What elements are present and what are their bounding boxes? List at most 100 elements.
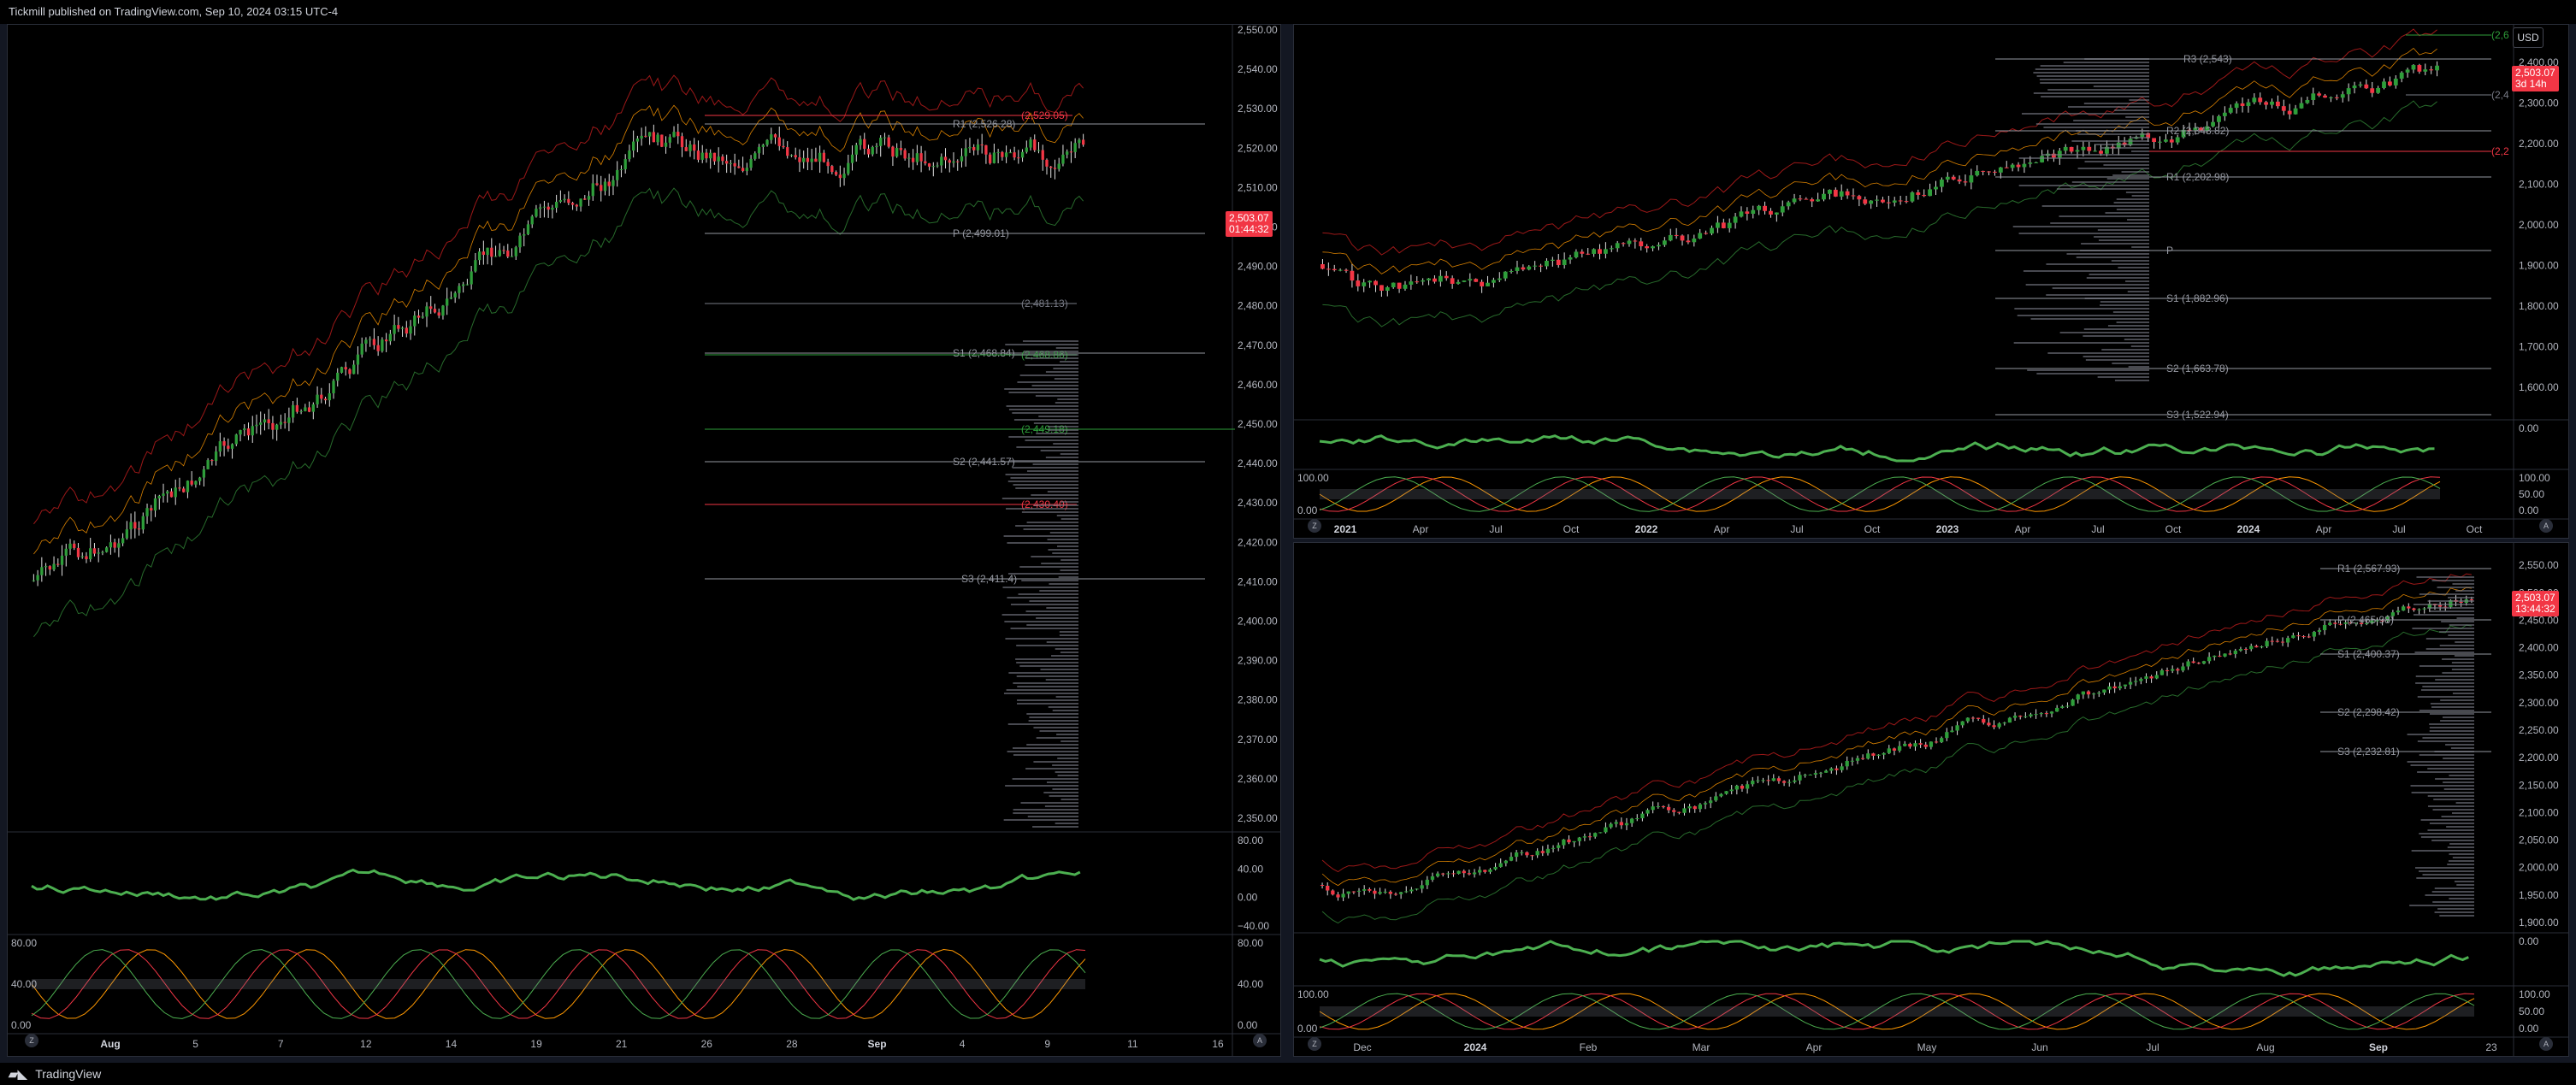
left-candle-body [105,547,109,552]
rb-candle-body [2317,630,2322,632]
rb-candle-body [1714,796,1718,801]
left-auto-scale-button[interactable]: A [1253,1034,1267,1047]
left-candle-body [441,305,445,316]
left-candle-body [109,542,113,548]
rb-candle-body [1425,879,1429,886]
rb-candle-body [2186,661,2190,667]
rb-candle-body [1577,837,1581,841]
rb-price-tick: 2,350.00 [2519,669,2559,681]
left-candle-body [1013,152,1016,158]
left-candle-body [628,150,631,160]
left-chart-canvas[interactable]: 2,550.00 2,540.00 2,530.00 2,520.00 2,510.00… [8,25,1280,1056]
left-candle-body [952,161,955,163]
rb-candle-body [2060,706,2065,708]
right-top-auto-scale-button[interactable]: A [2539,519,2553,533]
rb-candle-body [1745,784,1750,789]
left-candle-body [381,339,384,351]
left-candle-body [1073,143,1077,152]
rt-candle-body [2234,103,2239,109]
rt-price-tick: 2,000.00 [2519,219,2559,231]
right-bottom-zoom-button[interactable]: Z [1308,1037,1321,1051]
rb-candle-body [1404,891,1409,893]
rt-price-tick: 1,900.00 [2519,260,2559,272]
left-candle-body [101,551,104,553]
currency-button[interactable]: USD [2513,27,2544,48]
rt-candle-body [2329,97,2333,98]
left-osc1-tick: 80.00 [1238,834,1263,846]
left-candle-body [688,144,692,151]
left-candle-body [1008,152,1012,154]
rt-candle-body [2399,72,2404,79]
rt-candle-body [2158,141,2162,143]
rb-candle-body [2144,676,2148,679]
rt-candle-body [2028,162,2033,164]
rt-candle-body [1486,282,1490,286]
rb-candle-body [2328,622,2332,625]
left-candle-body [304,407,307,411]
tradingview-logo-icon[interactable]: ▰◣ [9,1063,27,1085]
rt-candle-body [1792,198,1797,203]
rt-candle-body [1609,248,1614,250]
rb-candle-body [2128,681,2133,685]
left-zoom-button[interactable]: Z [25,1034,38,1047]
left-price-tick: 2,360.00 [1238,773,1278,785]
rb-candle-body [1940,738,1944,743]
left-candle-body [980,144,984,146]
left-candle-body [429,306,433,310]
rt-candle-body [1692,238,1697,243]
left-candle-body [1049,166,1053,168]
rb-candle-body [1666,806,1671,811]
rt-candle-body [2376,87,2381,93]
left-candle-body [729,162,733,164]
rt-candle-body [2022,163,2027,168]
left-candle-body [474,260,477,272]
left-candle-body [696,150,700,160]
left-lower-band [33,187,1084,638]
rb-candle-body [1929,741,1934,747]
rt-candle-body [1975,170,1980,176]
right-top-zoom-button[interactable]: Z [1308,519,1321,533]
left-time-tick: 9 [1044,1038,1050,1050]
rt-candle-body [1662,240,1667,245]
rt-pivot-label: (2,6 [2491,29,2509,41]
left-candle-body [554,202,558,208]
left-candle-body [968,147,972,149]
left-candle-body [903,150,907,159]
left-chart-panel[interactable]: 2,550.00 2,540.00 2,530.00 2,520.00 2,510.00… [7,24,1281,1057]
rt-candle-body [1326,268,1331,270]
left-candle-body [243,428,246,431]
rt-candle-body [1780,206,1785,213]
right-bottom-chart-panel[interactable]: 2,600.002,550.002,500.002,450.002,400.00… [1293,542,2569,1057]
rb-candle-body [2254,646,2259,648]
left-candle-body [976,144,980,150]
rt-candle-body [2417,65,2422,72]
left-candle-body [48,566,51,570]
rb-candle-body [1520,852,1524,853]
right-top-chart-canvas[interactable]: 2,400.002,300.002,200.002,100.002,000.00… [1294,25,2568,538]
rt-candle-body [1574,251,1579,258]
rb-candle-body [1562,839,1566,846]
rb-candle-body [2181,666,2185,671]
footer-brand[interactable]: TradingView [35,1067,101,1081]
left-candle-body [818,152,822,162]
rt-candle-body [1409,281,1414,285]
right-top-chart-panel[interactable]: 2,400.00 2,300.00 2,200.00 2,100.00 2,000.00… [1293,24,2569,539]
rt-candle-body [1639,241,1644,247]
rt-candle-body [1580,251,1585,254]
rt-pivot-label: (2,4 [2491,89,2509,101]
rb-candle-body [1624,823,1629,826]
rt-candle-body [1468,279,1473,281]
left-candle-body [834,172,838,175]
rb-candle-body [1892,748,1897,751]
rt-candle-body [1615,243,1620,249]
rt-candle-body [2370,88,2375,93]
left-candle-body [623,159,627,169]
left-candle-body [680,136,684,148]
right-bottom-chart-canvas[interactable]: 2,600.002,550.002,500.002,450.002,400.00… [1294,543,2568,1056]
rb-candle-body [1545,848,1551,853]
rb-price-tick: 2,000.00 [2519,862,2559,874]
rt-candle-body [1934,186,1938,190]
rb-candle-body [2238,649,2243,651]
right-bottom-auto-scale-button[interactable]: A [2539,1037,2553,1051]
rb-candle-body [2191,661,2195,663]
